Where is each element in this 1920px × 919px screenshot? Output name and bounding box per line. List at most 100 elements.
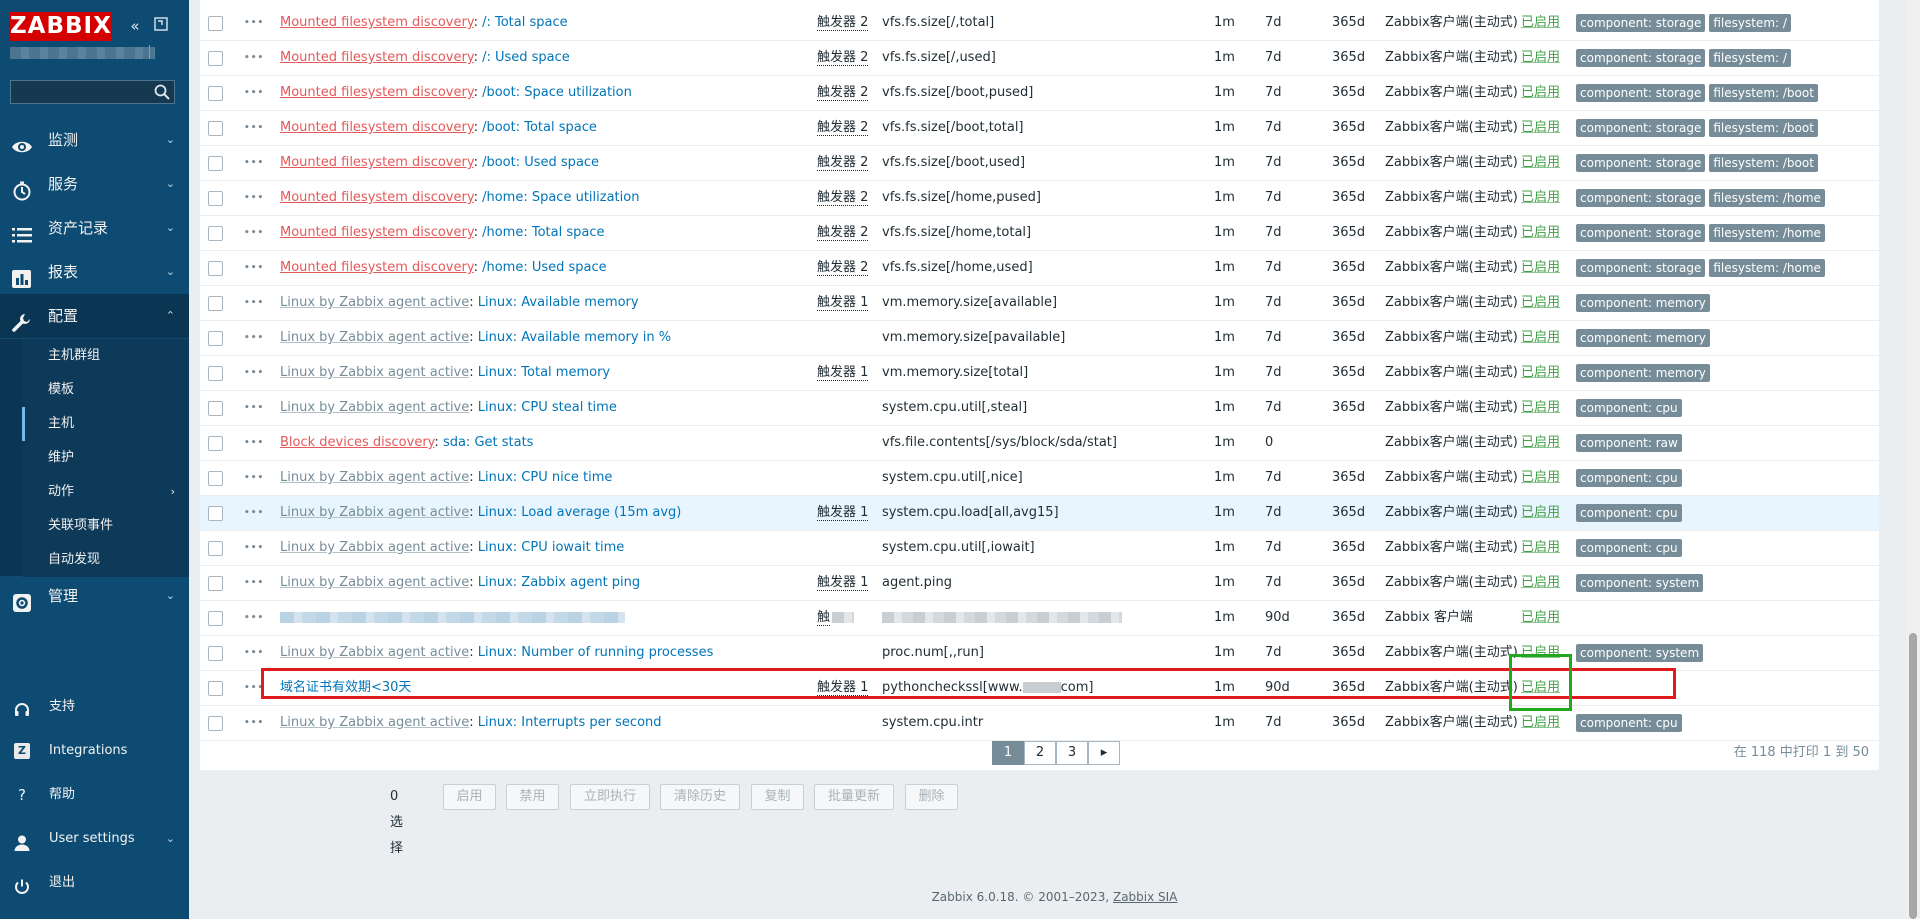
row-checkbox[interactable] <box>208 156 223 171</box>
tag-badge[interactable]: component: storage <box>1576 259 1706 277</box>
status-toggle[interactable]: 已启用 <box>1521 6 1560 40</box>
item-name-link[interactable]: /boot: Used space <box>482 155 599 170</box>
row-checkbox[interactable] <box>208 471 223 486</box>
item-name-link[interactable]: /: Used space <box>482 50 570 65</box>
tag-badge[interactable]: filesystem: /home <box>1709 259 1825 277</box>
item-prefix-link[interactable]: Mounted filesystem discovery <box>280 190 474 205</box>
tag-badge[interactable]: component: storage <box>1576 224 1706 242</box>
item-name-link[interactable]: /boot: Space utilization <box>482 85 632 100</box>
nav-item-reports[interactable]: 报表 ⌄ <box>0 250 189 294</box>
item-prefix-link[interactable]: Mounted filesystem discovery <box>280 120 474 135</box>
submenu-actions[interactable]: 动作 › <box>22 475 189 509</box>
submenu-host-groups[interactable]: 主机群组 <box>22 339 189 373</box>
submenu-templates[interactable]: 模板 <box>22 373 189 407</box>
status-toggle[interactable]: 已启用 <box>1521 566 1560 600</box>
item-prefix-link[interactable]: Mounted filesystem discovery <box>280 155 474 170</box>
tag-badge[interactable]: component: storage <box>1576 119 1706 137</box>
submenu-discovery[interactable]: 自动发现 <box>22 543 189 577</box>
mass-enable-button[interactable]: 启用 <box>443 784 496 810</box>
triggers-link[interactable]: 触发器 2 <box>817 50 869 66</box>
mass-clear-history-button[interactable]: 清除历史 <box>660 784 740 810</box>
more-options-icon[interactable]: ••• <box>244 461 264 495</box>
nav-support[interactable]: 支持 <box>0 688 189 726</box>
more-options-icon[interactable]: ••• <box>244 531 264 565</box>
page-button-1[interactable]: 1 <box>992 741 1024 765</box>
row-checkbox[interactable] <box>208 646 223 661</box>
status-toggle[interactable]: 已启用 <box>1521 391 1560 425</box>
more-options-icon[interactable]: ••• <box>244 356 264 390</box>
status-toggle[interactable]: 已启用 <box>1521 181 1560 215</box>
row-checkbox[interactable] <box>208 506 223 521</box>
search-input[interactable] <box>11 81 151 103</box>
item-name-link[interactable]: Linux: CPU iowait time <box>478 540 624 555</box>
item-prefix-link[interactable]: Mounted filesystem discovery <box>280 225 474 240</box>
status-toggle[interactable]: 已启用 <box>1521 41 1560 75</box>
row-checkbox[interactable] <box>208 366 223 381</box>
item-name-link[interactable]: Linux: Zabbix agent ping <box>478 575 640 590</box>
page-button-2[interactable]: 2 <box>1024 741 1056 765</box>
tag-badge[interactable]: component: cpu <box>1576 504 1682 522</box>
item-name-link[interactable]: sda: Get stats <box>443 435 534 450</box>
tag-badge[interactable]: component: memory <box>1576 294 1710 312</box>
item-prefix-link[interactable]: Linux by Zabbix agent active <box>280 645 469 660</box>
tag-badge[interactable]: component: cpu <box>1576 469 1682 487</box>
nav-integrations[interactable]: Z Integrations <box>0 732 189 770</box>
mass-delete-button[interactable]: 删除 <box>905 784 958 810</box>
tag-badge[interactable]: component: raw <box>1576 434 1682 452</box>
status-toggle[interactable]: 已启用 <box>1521 111 1560 145</box>
more-options-icon[interactable]: ••• <box>244 636 264 670</box>
item-prefix-link[interactable]: Linux by Zabbix agent active <box>280 400 469 415</box>
item-prefix-link[interactable]: Linux by Zabbix agent active <box>280 715 469 730</box>
row-checkbox[interactable] <box>208 541 223 556</box>
status-toggle[interactable]: 已启用 <box>1521 286 1560 320</box>
more-options-icon[interactable]: ••• <box>244 41 264 75</box>
more-options-icon[interactable]: ••• <box>244 706 264 740</box>
zabbix-logo[interactable]: ZABBIX <box>10 12 111 41</box>
triggers-link[interactable]: 触发器 2 <box>817 120 869 136</box>
triggers-link[interactable]: 触 <box>817 610 831 626</box>
tag-badge[interactable]: component: storage <box>1576 14 1706 32</box>
status-toggle[interactable]: 已启用 <box>1521 531 1560 565</box>
mass-copy-button[interactable]: 复制 <box>751 784 804 810</box>
item-name-link[interactable]: /home: Used space <box>482 260 607 275</box>
tag-badge[interactable]: filesystem: /home <box>1709 224 1825 242</box>
tag-badge[interactable]: filesystem: /boot <box>1709 119 1818 137</box>
row-checkbox[interactable] <box>208 576 223 591</box>
triggers-link[interactable]: 触发器 1 <box>817 575 869 591</box>
sidebar-search[interactable] <box>10 80 175 104</box>
item-name-link[interactable]: Linux: CPU nice time <box>478 470 613 485</box>
row-checkbox[interactable] <box>208 401 223 416</box>
row-checkbox[interactable] <box>208 611 223 626</box>
more-options-icon[interactable]: ••• <box>244 76 264 110</box>
item-name-link[interactable]: Linux: Load average (15m avg) <box>478 505 682 520</box>
more-options-icon[interactable]: ••• <box>244 181 264 215</box>
status-toggle[interactable]: 已启用 <box>1521 496 1560 530</box>
more-options-icon[interactable]: ••• <box>244 391 264 425</box>
row-checkbox[interactable] <box>208 331 223 346</box>
mass-disable-button[interactable]: 禁用 <box>506 784 559 810</box>
status-toggle[interactable]: 已启用 <box>1521 76 1560 110</box>
item-name-link[interactable]: Linux: Available memory <box>478 295 639 310</box>
vertical-scrollbar[interactable] <box>1906 0 1920 919</box>
row-checkbox[interactable] <box>208 16 223 31</box>
more-options-icon[interactable]: ••• <box>244 496 264 530</box>
row-checkbox[interactable] <box>208 436 223 451</box>
tag-badge[interactable]: component: cpu <box>1576 714 1682 732</box>
row-checkbox[interactable] <box>208 226 223 241</box>
triggers-link[interactable]: 触发器 1 <box>817 505 869 521</box>
triggers-link[interactable]: 触发器 2 <box>817 190 869 206</box>
triggers-link[interactable]: 触发器 2 <box>817 85 869 101</box>
row-checkbox[interactable] <box>208 681 223 696</box>
item-prefix-link[interactable]: Linux by Zabbix agent active <box>280 330 469 345</box>
row-checkbox[interactable] <box>208 261 223 276</box>
mass-update-button[interactable]: 批量更新 <box>814 784 894 810</box>
row-checkbox[interactable] <box>208 191 223 206</box>
item-name-link[interactable]: Linux: Available memory in % <box>478 330 671 345</box>
triggers-link[interactable]: 触发器 2 <box>817 260 869 276</box>
tag-badge[interactable]: filesystem: /boot <box>1709 154 1818 172</box>
triggers-link[interactable]: 触发器 2 <box>817 15 869 31</box>
tag-badge[interactable]: component: memory <box>1576 364 1710 382</box>
item-prefix-link[interactable]: Mounted filesystem discovery <box>280 15 474 30</box>
tag-badge[interactable]: component: storage <box>1576 189 1706 207</box>
tag-badge[interactable]: component: storage <box>1576 49 1706 67</box>
